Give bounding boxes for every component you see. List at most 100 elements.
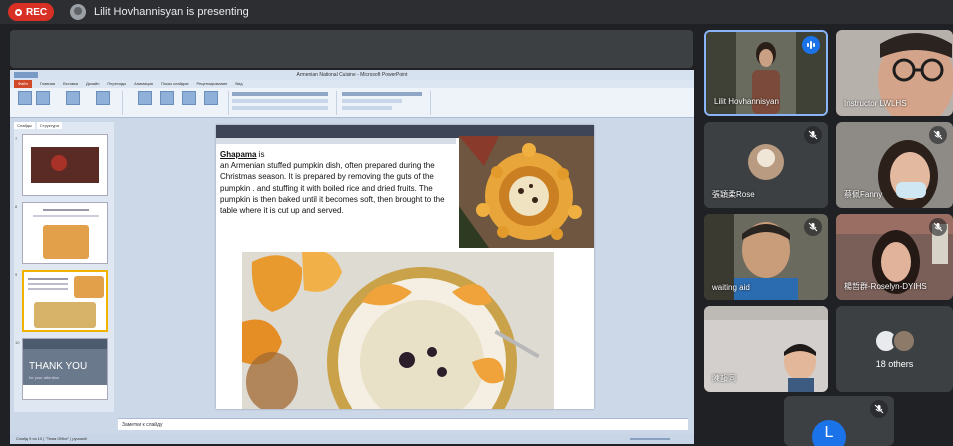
slide-heading: Ghapama xyxy=(220,150,257,159)
ribbon-option-row xyxy=(232,92,328,96)
slide-subheader-band xyxy=(216,138,456,144)
thumb-number: 10 xyxy=(15,340,20,345)
thumb-dark-photo xyxy=(31,147,99,183)
shared-screen-powerpoint: Armenian National Cuisine - Microsoft Po… xyxy=(10,70,694,444)
ribbon-button-icon xyxy=(204,91,218,105)
ppt-tab-insert: Вставка xyxy=(63,81,78,86)
ribbon-separator xyxy=(336,91,337,115)
participant-tile-roselyn[interactable]: 楊哲群-Roselyn-DYIHS xyxy=(836,214,953,300)
mic-off-icon xyxy=(929,218,947,236)
top-bar: REC Lilit Hovhannisyan is presenting xyxy=(0,0,953,24)
ribbon-button-icon xyxy=(96,91,110,105)
ppt-window-title: Armenian National Cuisine - Microsoft Po… xyxy=(296,72,408,78)
thumb-food-photo xyxy=(74,276,104,298)
ribbon-option-row xyxy=(342,106,392,110)
participant-tile-rose[interactable]: 張穎柔Rose xyxy=(704,122,828,208)
participant-tile-l[interactable]: L xyxy=(784,396,894,446)
participant-initial-avatar: L xyxy=(812,420,846,446)
ghapama-photo-top-image xyxy=(459,136,594,248)
participant-name: waiting aid xyxy=(712,283,750,292)
rec-label: REC xyxy=(26,6,48,18)
slide-text-box: Ghapama is an Armenian stuffed pumpkin d… xyxy=(220,149,460,216)
ribbon-button-icon xyxy=(18,91,32,105)
others-count: 18 others xyxy=(875,359,914,369)
quick-access-toolbar xyxy=(14,72,38,78)
ppt-status-bar: Слайд 9 из 10 | "Тема Office" | русский xyxy=(10,434,694,444)
ribbon-button-icon xyxy=(160,91,174,105)
ghapama-photo-bottom xyxy=(242,252,554,409)
participant-tile-fanny[interactable]: 蔡佩Fanny xyxy=(836,122,953,208)
thumb-band xyxy=(23,339,107,349)
mic-off-icon xyxy=(804,218,822,236)
others-avatar xyxy=(891,329,916,353)
meet-window: REC Lilit Hovhannisyan is presenting Arm… xyxy=(0,0,953,446)
ribbon-separator xyxy=(228,91,229,115)
ribbon-button-icon xyxy=(138,91,152,105)
zoom-slider xyxy=(630,438,670,440)
thumb-text-line xyxy=(28,278,68,280)
presenting-text: Lilit Hovhannisyan is presenting xyxy=(94,6,249,18)
thumb-number: 8 xyxy=(15,204,18,209)
participant-tile-chen[interactable]: 陳韻同 xyxy=(704,306,828,392)
thumb-number: 9 xyxy=(15,272,18,277)
slide-heading-suffix: is xyxy=(256,150,265,159)
participant-name: 楊哲群-Roselyn-DYIHS xyxy=(844,282,927,291)
others-avatars xyxy=(873,329,916,353)
ppt-status-text: Слайд 9 из 10 | "Тема Office" | русский xyxy=(16,436,87,441)
others-group: 18 others xyxy=(836,306,953,392)
thumb-band xyxy=(23,385,107,399)
thumb-text-line xyxy=(28,288,68,290)
presenter-avatar xyxy=(70,4,86,20)
ghapama-photo-bottom-image xyxy=(242,252,554,409)
slide-body: an Armenian stuffed pumpkin dish, often … xyxy=(220,161,445,216)
thumb-tab-outline: Структура xyxy=(36,122,62,129)
thumb-text-line xyxy=(43,209,89,211)
thumb-pane-tabs: Слайды Структура xyxy=(14,122,114,129)
mic-off-icon xyxy=(804,126,822,144)
thumb-text-line xyxy=(33,215,99,217)
ribbon-separator xyxy=(430,91,431,115)
mic-off-icon xyxy=(870,400,888,418)
slide-thumbnail xyxy=(22,134,108,196)
participant-name: Instructor LWLHS xyxy=(844,99,907,108)
thank-you-subtitle: for your attention xyxy=(29,375,60,380)
thank-you-title: THANK YOU xyxy=(29,361,88,372)
ppt-tab-slideshow: Показ слайдов xyxy=(160,81,189,86)
slide-notes-field: Заметки к слайду xyxy=(118,418,688,430)
ribbon-button-icon xyxy=(36,91,50,105)
rec-badge: REC xyxy=(8,3,55,21)
participant-tile-instructor[interactable]: Instructor LWLHS xyxy=(836,30,953,116)
ppt-tab-home: Главная xyxy=(39,81,56,86)
slide-thumbnail xyxy=(22,202,108,264)
thumb-food-photo xyxy=(34,302,96,328)
participant-tile-waiting[interactable]: waiting aid xyxy=(704,214,828,300)
stage-top-strip xyxy=(10,30,693,68)
participant-name: 陳韻同 xyxy=(712,374,736,383)
slide-thumbnail-selected xyxy=(22,270,108,332)
ribbon-option-row xyxy=(342,99,402,103)
ppt-tab-view: Вид xyxy=(235,81,243,86)
ppt-tab-file: Файл xyxy=(14,80,32,88)
participant-tile-lilit[interactable]: Lilit Hovhannisyan xyxy=(704,30,828,116)
thumb-text-line xyxy=(28,283,68,285)
thumb-tab-slides: Слайды xyxy=(14,122,35,129)
participant-name: 張穎柔Rose xyxy=(712,190,755,199)
ribbon-option-row xyxy=(342,92,422,96)
others-tile[interactable]: 18 others xyxy=(836,306,953,392)
thumb-number: 7 xyxy=(15,136,18,141)
presenting-indicator: Lilit Hovhannisyan is presenting xyxy=(70,4,249,20)
ribbon-separator xyxy=(122,91,123,115)
ppt-tab-transitions: Переходы xyxy=(107,81,127,86)
ppt-ribbon-tabs: Файл Главная Вставка Дизайн Переходы Ани… xyxy=(10,80,694,88)
slide-thumbnail: THANK YOU for your attention xyxy=(22,338,108,400)
ribbon-option-row xyxy=(232,99,328,103)
ghapama-photo-top xyxy=(459,136,594,248)
ppt-tab-design: Дизайн xyxy=(85,81,100,86)
record-icon xyxy=(15,8,22,16)
ppt-tab-review: Рецензирование xyxy=(196,81,228,86)
ribbon-button-icon xyxy=(66,91,80,105)
ribbon-option-row xyxy=(232,106,328,110)
current-slide: Ghapama is an Armenian stuffed pumpkin d… xyxy=(216,125,594,409)
speaking-indicator-icon xyxy=(802,36,820,54)
slide-thumbnail-pane: Слайды Структура 7 8 9 10 THANK YOU for … xyxy=(14,122,114,412)
